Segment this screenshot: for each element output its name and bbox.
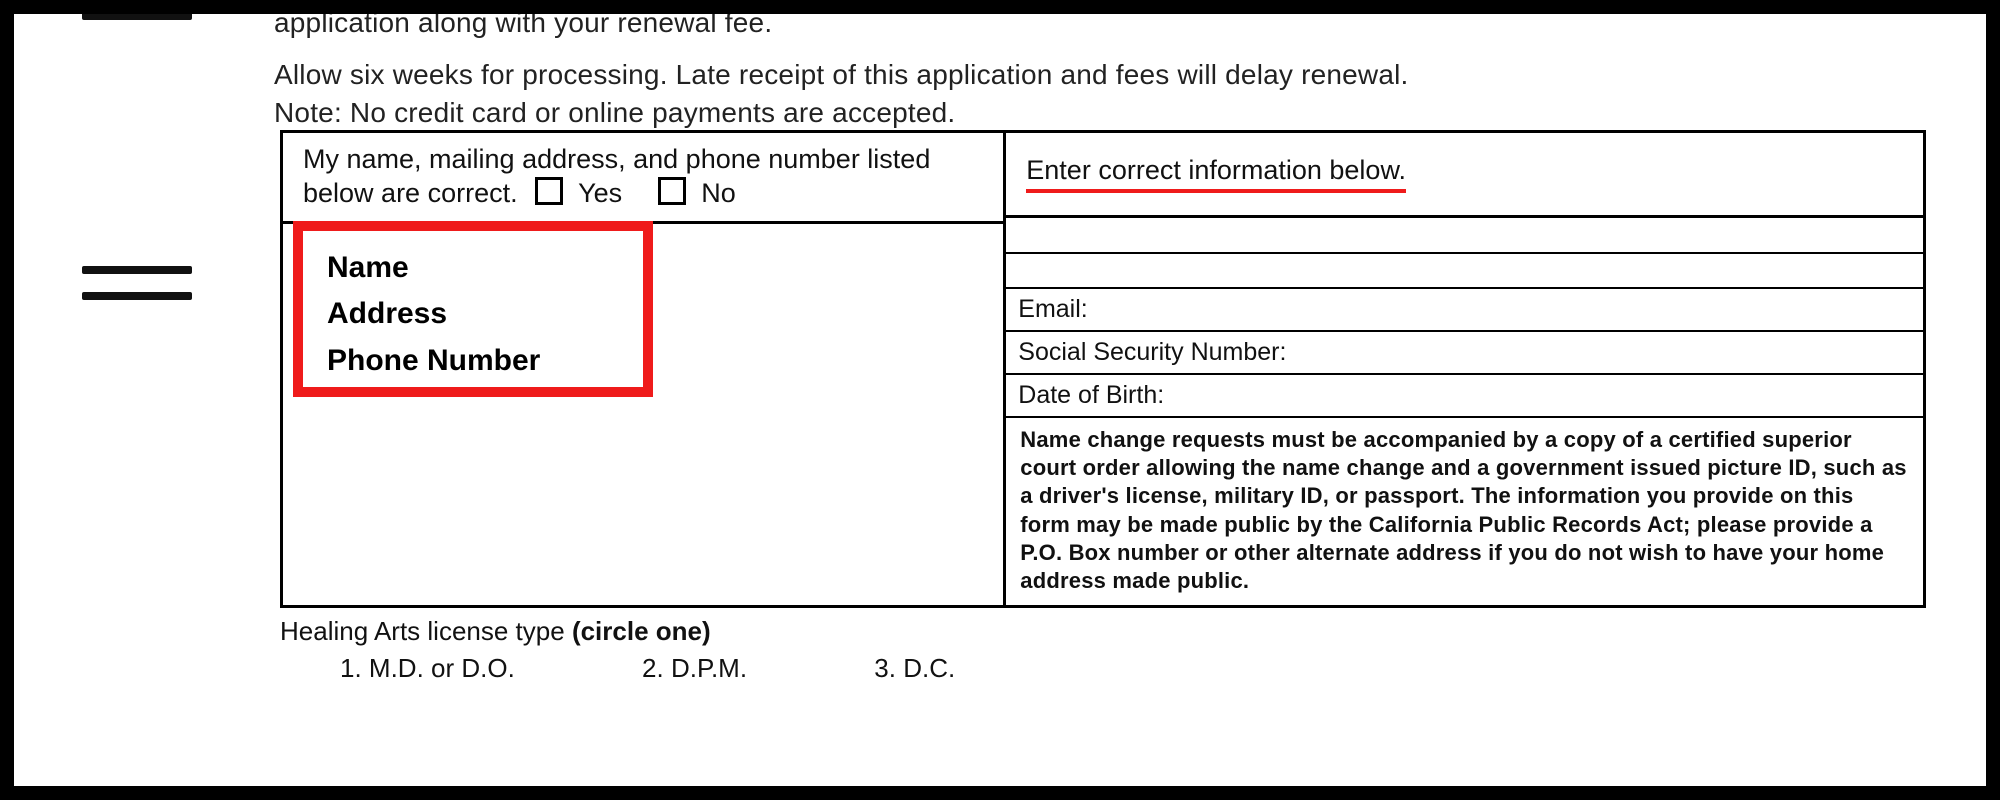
placeholder-name: Name <box>327 245 643 292</box>
placeholder-address: Address <box>327 291 643 338</box>
instruction-line-2: Allow six weeks for processing. Late rec… <box>274 56 1926 94</box>
placeholder-phone: Phone Number <box>327 338 643 385</box>
ssn-label: Social Security Number: <box>1018 338 1286 366</box>
correction-blank-row-2[interactable] <box>1006 254 1923 290</box>
margin-mark-mid-1 <box>82 266 192 274</box>
circle-one-label: (circle one) <box>572 616 711 646</box>
document-frame: application along with your renewal fee.… <box>0 0 2000 800</box>
email-label: Email: <box>1018 295 1087 323</box>
license-type-options: 1. M.D. or D.O. 2. D.P.M. 3. D.C. <box>340 653 1075 684</box>
ssn-field[interactable]: Social Security Number: <box>1006 332 1923 375</box>
instruction-line-1: application along with your renewal fee. <box>274 4 1926 42</box>
confirm-info-text-2: below are correct. <box>303 178 518 208</box>
table-left-column: My name, mailing address, and phone numb… <box>283 133 1006 605</box>
margin-mark-mid-2 <box>82 292 192 300</box>
license-option-md-do[interactable]: 1. M.D. or D.O. <box>340 653 515 684</box>
name-change-note: Name change requests must be accompanied… <box>1006 418 1923 605</box>
correction-header-text: Enter correct information below. <box>1026 155 1406 193</box>
table-right-column: Enter correct information below. Email: … <box>1006 133 1923 605</box>
highlight-box-content: Name Address Phone Number <box>303 231 643 385</box>
confirm-info-header: My name, mailing address, and phone numb… <box>283 133 1003 224</box>
dob-label: Date of Birth: <box>1018 381 1164 409</box>
info-correction-table: My name, mailing address, and phone numb… <box>280 130 1926 608</box>
label-yes: Yes <box>578 178 622 208</box>
label-no: No <box>701 178 736 208</box>
license-type-section: Healing Arts license type (circle one) 1… <box>280 616 1075 684</box>
dob-field[interactable]: Date of Birth: <box>1006 375 1923 418</box>
license-option-dc[interactable]: 3. D.C. <box>874 653 955 684</box>
margin-mark-top <box>82 12 192 20</box>
email-field[interactable]: Email: <box>1006 289 1923 332</box>
correction-header: Enter correct information below. <box>1006 133 1923 218</box>
checkbox-yes[interactable] <box>535 177 563 205</box>
document-content: application along with your renewal fee.… <box>14 14 1986 786</box>
instruction-text: application along with your renewal fee.… <box>274 4 1926 131</box>
correction-blank-row-1[interactable] <box>1006 218 1923 254</box>
instruction-line-3: Note: No credit card or online payments … <box>274 94 1926 132</box>
preprinted-info-area: Name Address Phone Number <box>283 224 1003 606</box>
confirm-info-text-1: My name, mailing address, and phone numb… <box>303 144 930 174</box>
highlight-box: Name Address Phone Number <box>293 221 653 397</box>
license-option-dpm[interactable]: 2. D.P.M. <box>642 653 747 684</box>
license-type-label: Healing Arts license type <box>280 616 572 646</box>
checkbox-no[interactable] <box>658 177 686 205</box>
